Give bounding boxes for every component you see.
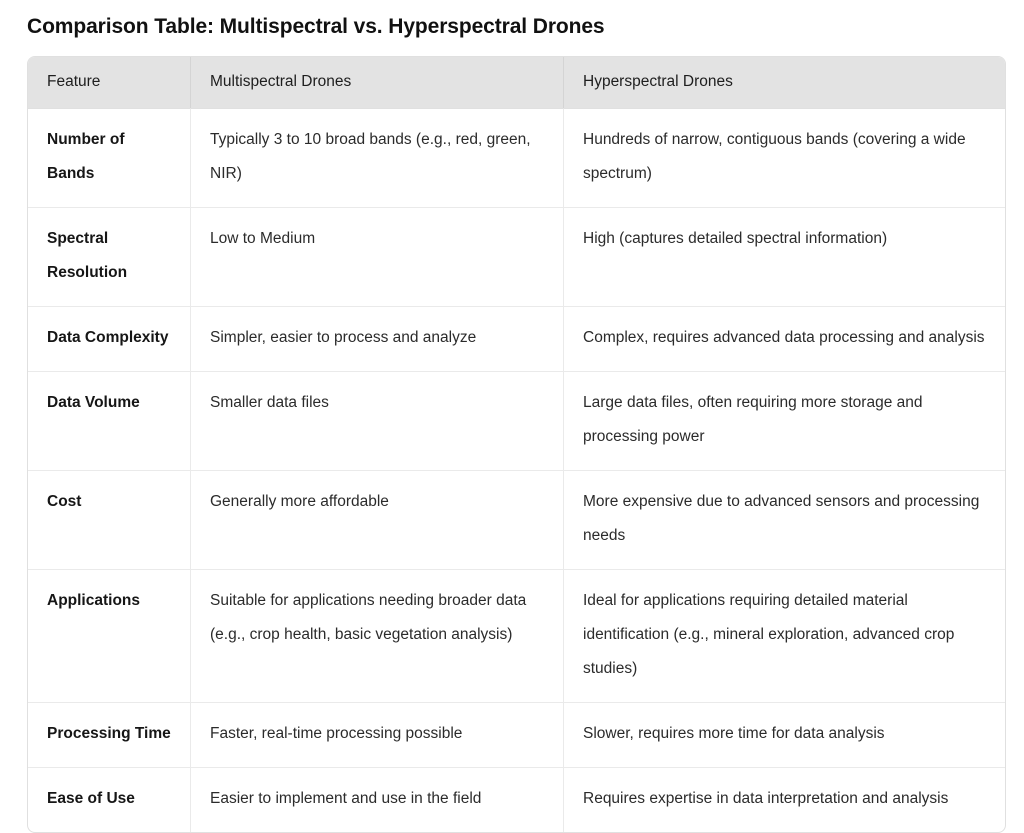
table-row: Spectral Resolution Low to Medium High (… bbox=[28, 207, 1005, 306]
cell-feature: Data Volume bbox=[28, 371, 191, 470]
comparison-table: Feature Multispectral Drones Hyperspectr… bbox=[27, 56, 1006, 833]
cell-feature: Ease of Use bbox=[28, 767, 191, 832]
cell-feature: Spectral Resolution bbox=[28, 207, 191, 306]
table-row: Processing Time Faster, real-time proces… bbox=[28, 702, 1005, 767]
document-page: Comparison Table: Multispectral vs. Hype… bbox=[0, 0, 1024, 833]
cell-multispectral: Generally more affordable bbox=[191, 470, 564, 569]
table-body: Number of Bands Typically 3 to 10 broad … bbox=[28, 108, 1005, 832]
column-header-hyperspectral: Hyperspectral Drones bbox=[564, 57, 1005, 108]
cell-feature: Applications bbox=[28, 569, 191, 702]
cell-multispectral: Suitable for applications needing broade… bbox=[191, 569, 564, 702]
cell-feature: Number of Bands bbox=[28, 108, 191, 207]
cell-hyperspectral: Hundreds of narrow, contiguous bands (co… bbox=[564, 108, 1005, 207]
table-row: Data Complexity Simpler, easier to proce… bbox=[28, 306, 1005, 371]
cell-hyperspectral: Slower, requires more time for data anal… bbox=[564, 702, 1005, 767]
table-row: Applications Suitable for applications n… bbox=[28, 569, 1005, 702]
cell-hyperspectral: Large data files, often requiring more s… bbox=[564, 371, 1005, 470]
cell-multispectral: Easier to implement and use in the field bbox=[191, 767, 564, 832]
comparison-table-container: Feature Multispectral Drones Hyperspectr… bbox=[27, 56, 1006, 833]
column-header-multispectral: Multispectral Drones bbox=[191, 57, 564, 108]
table-row: Ease of Use Easier to implement and use … bbox=[28, 767, 1005, 832]
cell-multispectral: Smaller data files bbox=[191, 371, 564, 470]
table-row: Data Volume Smaller data files Large dat… bbox=[28, 371, 1005, 470]
column-header-feature: Feature bbox=[28, 57, 191, 108]
table-header: Feature Multispectral Drones Hyperspectr… bbox=[28, 57, 1005, 108]
table-row: Cost Generally more affordable More expe… bbox=[28, 470, 1005, 569]
cell-multispectral: Faster, real-time processing possible bbox=[191, 702, 564, 767]
table-header-row: Feature Multispectral Drones Hyperspectr… bbox=[28, 57, 1005, 108]
cell-feature: Cost bbox=[28, 470, 191, 569]
page-title: Comparison Table: Multispectral vs. Hype… bbox=[27, 15, 605, 38]
cell-multispectral: Simpler, easier to process and analyze bbox=[191, 306, 564, 371]
cell-hyperspectral: Complex, requires advanced data processi… bbox=[564, 306, 1005, 371]
cell-hyperspectral: High (captures detailed spectral informa… bbox=[564, 207, 1005, 306]
cell-multispectral: Typically 3 to 10 broad bands (e.g., red… bbox=[191, 108, 564, 207]
cell-feature: Processing Time bbox=[28, 702, 191, 767]
cell-hyperspectral: Requires expertise in data interpretatio… bbox=[564, 767, 1005, 832]
cell-feature: Data Complexity bbox=[28, 306, 191, 371]
cell-multispectral: Low to Medium bbox=[191, 207, 564, 306]
table-row: Number of Bands Typically 3 to 10 broad … bbox=[28, 108, 1005, 207]
cell-hyperspectral: Ideal for applications requiring detaile… bbox=[564, 569, 1005, 702]
cell-hyperspectral: More expensive due to advanced sensors a… bbox=[564, 470, 1005, 569]
